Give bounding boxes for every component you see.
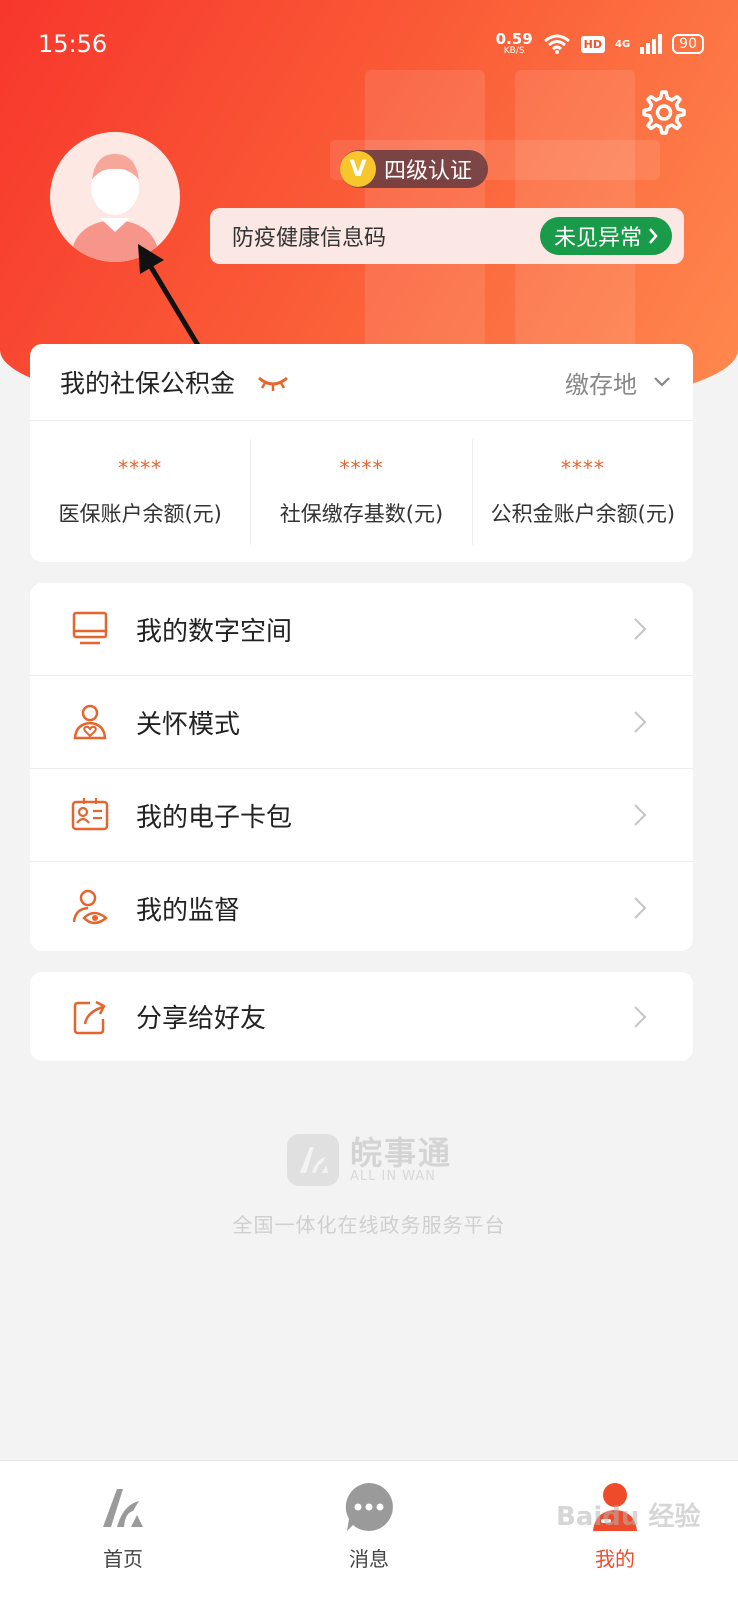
balance-label: 医保账户余额(元)	[58, 502, 222, 526]
balance-label: 公积金账户余额(元)	[490, 502, 676, 526]
brand-row: 皖事通 ALL IN WAN	[286, 1133, 452, 1187]
menu-item-supervision[interactable]: 我的监督	[30, 862, 693, 954]
health-code-status-text: 未见异常	[553, 226, 642, 251]
menu-list: 我的数字空间 关怀模式 我的电子卡包 我的监督	[30, 583, 693, 951]
balance-value: ****	[118, 456, 163, 480]
wifi-icon	[543, 34, 570, 54]
menu-item-label: 关怀模式	[136, 709, 241, 740]
status-indicators: 0.59 KB/S HD 4G 90	[496, 32, 704, 56]
signal-icon	[640, 34, 663, 54]
gear-icon[interactable]	[638, 88, 686, 136]
health-code-label: 防疫健康信息码	[232, 226, 387, 251]
monitor-icon	[72, 611, 108, 645]
menu-item-label: 我的数字空间	[136, 616, 293, 647]
hd-badge: HD	[580, 35, 605, 53]
network-speed-value: 0.59	[495, 30, 533, 48]
tab-home[interactable]: 首页	[0, 1461, 246, 1601]
home-logo-icon	[103, 1489, 143, 1527]
chevron-down-icon	[654, 377, 670, 387]
share-card: 分享给好友	[30, 972, 693, 1061]
brand-slogan: 全国一体化在线政务服务平台	[232, 1213, 506, 1237]
location-label: 缴存地	[565, 370, 637, 399]
certification-badge: V 四级认证	[340, 150, 489, 188]
brand-footer: 皖事通 ALL IN WAN 全国一体化在线政务服务平台	[0, 1133, 738, 1238]
tab-messages[interactable]: 消息	[246, 1461, 492, 1601]
tab-label: 消息	[349, 1547, 389, 1571]
share-icon	[73, 1000, 106, 1034]
brand-name: 皖事通	[349, 1133, 452, 1172]
balance-value: ****	[339, 456, 384, 480]
health-code-status[interactable]: 未见异常	[539, 217, 672, 255]
menu-item-digital-space[interactable]: 我的数字空间	[30, 583, 693, 676]
social-security-values: **** 医保账户余额(元) **** 社保缴存基数(元) **** 公积金账户…	[30, 421, 693, 563]
social-security-title: 我的社保公积金	[60, 369, 236, 398]
menu-item-label: 我的电子卡包	[136, 802, 293, 833]
baidu-watermark: Baidu 经验	[556, 1502, 701, 1532]
brand-text: 皖事通 ALL IN WAN	[350, 1137, 452, 1184]
location-selector[interactable]: 缴存地	[565, 365, 671, 400]
annotation-arrow-icon	[138, 244, 205, 354]
chevron-right-icon	[649, 228, 658, 244]
network-type: 4G	[615, 38, 631, 50]
balance-label: 社保缴存基数(元)	[279, 502, 444, 526]
medical-insurance-balance[interactable]: **** 医保账户余额(元)	[30, 439, 252, 545]
certification-label: 四级认证	[384, 159, 473, 184]
eye-closed-icon[interactable]	[257, 372, 289, 392]
verified-icon: V	[340, 151, 376, 187]
network-speed-unit: KB/S	[503, 46, 525, 56]
menu-item-card-wallet[interactable]: 我的电子卡包	[30, 769, 693, 862]
social-security-card: 我的社保公积金 缴存地 **** 医保账户余额(元) **** 社保缴存基数(元…	[30, 344, 693, 562]
social-security-header: 我的社保公积金 缴存地	[30, 344, 693, 421]
id-card-icon	[71, 798, 109, 831]
chevron-right-icon	[634, 711, 647, 733]
menu-item-label: 分享给好友	[136, 1004, 267, 1034]
balance-value: ****	[560, 456, 605, 480]
housing-fund-balance[interactable]: **** 公积金账户余额(元)	[473, 439, 693, 545]
chevron-right-icon	[634, 1005, 647, 1028]
brand-logo-icon	[286, 1134, 339, 1186]
menu-item-label: 我的监督	[136, 895, 241, 926]
network-speed: 0.59 KB/S	[496, 32, 533, 56]
chevron-right-icon	[634, 618, 647, 640]
tab-label: 我的	[595, 1547, 635, 1571]
tab-label: 首页	[103, 1547, 143, 1571]
health-code-banner[interactable]: 防疫健康信息码 未见异常	[210, 208, 684, 264]
status-bar: 15:56 0.59 KB/S HD 4G 90	[0, 0, 738, 90]
chevron-right-icon	[634, 804, 647, 826]
supervision-icon	[72, 889, 108, 925]
message-icon	[345, 1483, 393, 1531]
menu-item-care-mode[interactable]: 关怀模式	[30, 676, 693, 769]
social-security-base[interactable]: **** 社保缴存基数(元)	[251, 439, 473, 545]
menu-item-share[interactable]: 分享给好友	[30, 972, 693, 1061]
status-time: 15:56	[38, 30, 108, 58]
chevron-right-icon	[634, 897, 647, 919]
battery-indicator: 90	[672, 34, 704, 54]
care-mode-icon	[73, 704, 107, 740]
